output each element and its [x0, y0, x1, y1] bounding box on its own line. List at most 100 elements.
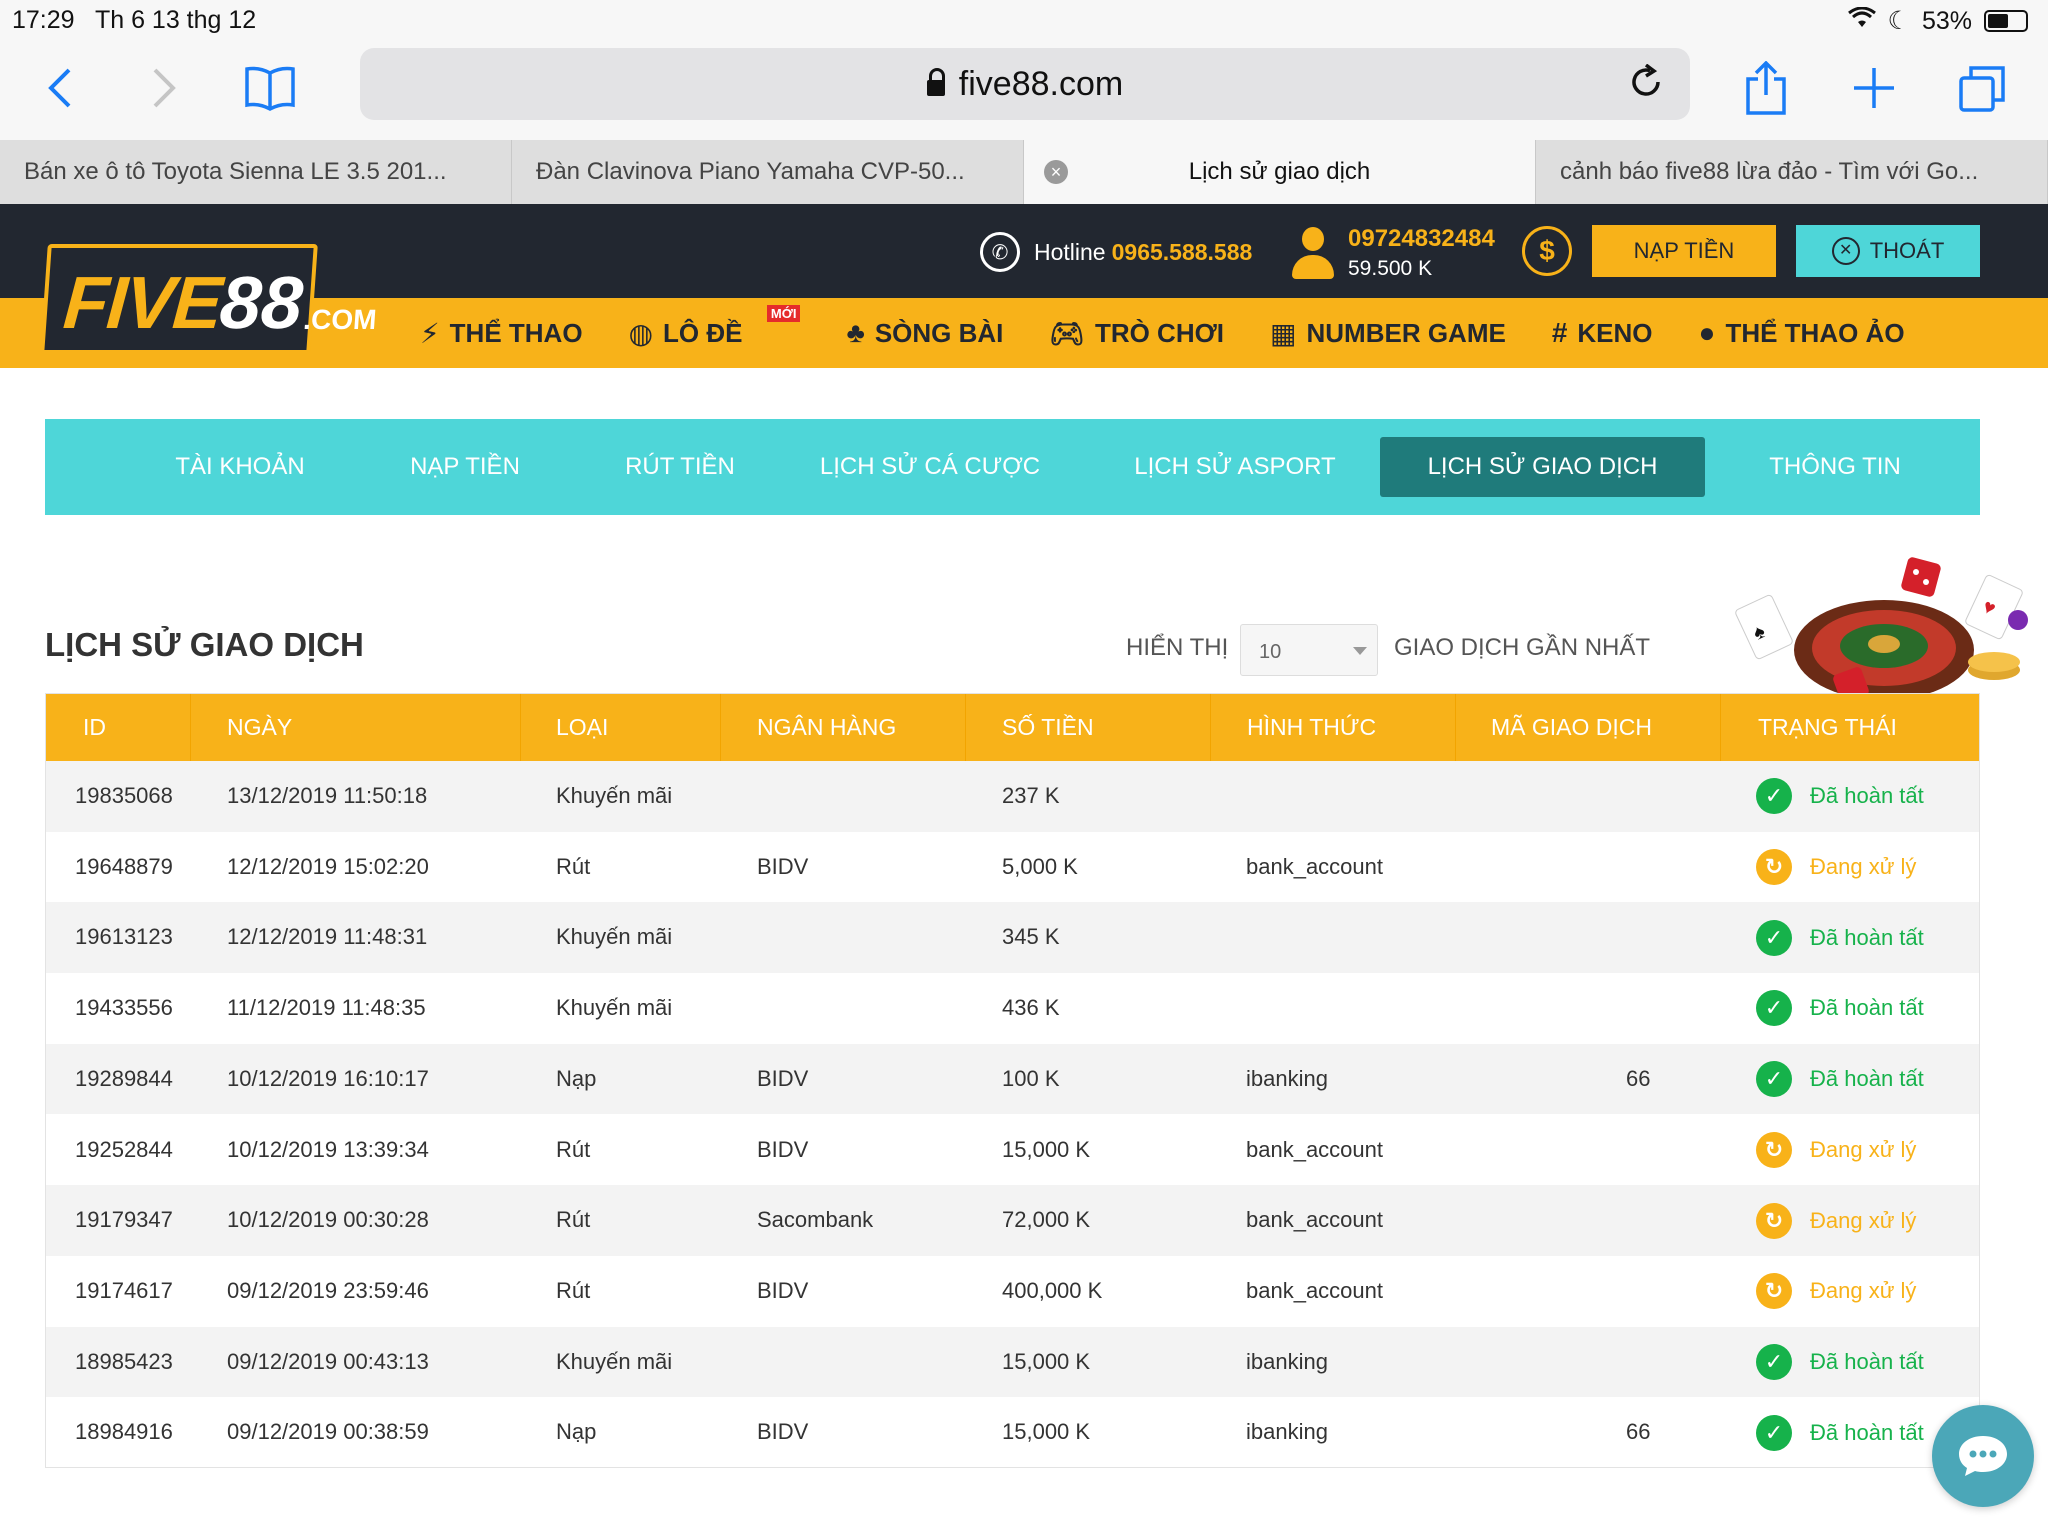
new-tab-icon[interactable]	[1844, 58, 1904, 118]
tab-lich-su-ca-cuoc[interactable]: LỊCH SỬ CÁ CƯỢC	[785, 437, 1075, 497]
cell-date: 11/12/2019 11:48:35	[227, 995, 426, 1021]
tabs-icon[interactable]	[1952, 58, 2012, 118]
show-count-select[interactable]: 10	[1240, 624, 1378, 676]
table-row[interactable]: 19289844 10/12/2019 16:10:17 Nạp BIDV 100 K i…	[46, 1043, 1979, 1115]
col-status[interactable]: TRẠNG THÁI	[1721, 694, 1979, 761]
site-logo[interactable]: FIVE 88 .COM	[40, 244, 378, 354]
col-code[interactable]: MÃ GIAO DỊCH	[1456, 694, 1721, 761]
status-date: Th 6 13 thg 12	[94, 6, 257, 34]
url-bar[interactable]: five88.com	[360, 48, 1690, 120]
status-time: 17:29	[12, 6, 75, 34]
table-row[interactable]: 18985423 09/12/2019 00:43:13 Khuyến mãi 15,…	[46, 1326, 1979, 1398]
table-row[interactable]: 18984916 09/12/2019 00:38:59 Nạp BIDV 15,000…	[46, 1397, 1979, 1468]
status-badge: ↻ Đang xử lý	[1756, 1256, 1916, 1327]
col-method[interactable]: HÌNH THỨC	[1211, 694, 1456, 761]
nav-item-keno[interactable]: # KENO	[1552, 317, 1653, 349]
nav-label: SÒNG BÀI	[874, 317, 1004, 348]
user-balance: 59.500 K	[1348, 257, 1433, 280]
cell-date: 09/12/2019 23:59:46	[227, 1277, 429, 1303]
status-text: Đã hoàn tất	[1810, 924, 1924, 950]
table-row[interactable]: 19174617 09/12/2019 23:59:46 Rút BIDV 400,00…	[46, 1256, 1979, 1327]
table-row[interactable]: 19252844 10/12/2019 13:39:34 Rút BIDV 15,000…	[46, 1115, 1979, 1186]
table-row[interactable]: 19179347 10/12/2019 00:30:28 Rút Sacombank 7…	[46, 1185, 1979, 1256]
table-row[interactable]: 19613123 12/12/2019 11:48:31 Khuyến mãi 345…	[46, 902, 1979, 974]
tab-title: Bán xe ô tô Toyota Sienna LE 3.5 201...	[24, 158, 447, 185]
sport-icon: ⚡	[420, 317, 440, 349]
tab-thong-tin[interactable]: THÔNG TIN	[1735, 437, 1935, 497]
forward-icon[interactable]	[134, 58, 194, 118]
status-text: Đã hoàn tất	[1810, 1066, 1924, 1092]
back-icon[interactable]	[30, 58, 90, 118]
col-id[interactable]: ID	[46, 694, 191, 761]
cell-amount: 5,000 K	[1002, 853, 1078, 879]
nav-item-number-game[interactable]: ▦ NUMBER GAME	[1270, 317, 1506, 350]
cell-id: 19174617	[75, 1277, 173, 1303]
page-title: LỊCH SỬ GIAO DỊCH	[45, 626, 364, 663]
table-row[interactable]: 19648879 12/12/2019 15:02:20 Rút BIDV 5,000 …	[46, 832, 1979, 903]
chat-button[interactable]	[1932, 1405, 2034, 1507]
user-info: 09724832484 59.500 K	[1290, 218, 1495, 288]
status-text: Đã hoàn tất	[1810, 783, 1924, 809]
coin-icon[interactable]: $	[1522, 226, 1572, 276]
show-after-label: GIAO DỊCH GẦN NHẤT	[1394, 634, 1651, 661]
cell-code: 66	[1626, 1419, 1651, 1445]
tab-rut-tien[interactable]: RÚT TIỀN	[565, 437, 795, 497]
nav-label: KENO	[1577, 317, 1653, 348]
lock-icon	[926, 68, 945, 96]
show-count-value: 10	[1259, 641, 1282, 663]
nav-item-the-thao[interactable]: ⚡ THỂ THAO	[420, 317, 583, 350]
cell-type: Khuyến mãi	[556, 995, 673, 1021]
cell-date: 09/12/2019 00:43:13	[227, 1348, 429, 1374]
browser-tab[interactable]: Đàn Clavinova Piano Yamaha CVP-50...	[512, 140, 1024, 204]
cell-type: Khuyến mãi	[556, 1348, 673, 1374]
col-type[interactable]: LOẠI	[521, 694, 721, 761]
main-nav: ⚡ THỂ THAO ◍ LÔ ĐỀ MỚI ♣ SÒNG BÀI 🎮︎ TRÒ…	[420, 298, 1951, 368]
cell-method: ibanking	[1246, 1348, 1328, 1374]
table-row[interactable]: 19433556 11/12/2019 11:48:35 Khuyến mãi 436…	[46, 973, 1979, 1044]
check-circle-icon: ✓	[1756, 990, 1792, 1027]
hotline-label: Hotline	[1034, 238, 1106, 265]
browser-tab-active[interactable]: × Lịch sử giao dịch	[1024, 140, 1536, 204]
cell-type: Rút	[556, 1207, 591, 1233]
nav-item-tro-choi[interactable]: 🎮︎ TRÒ CHƠI	[1049, 317, 1224, 350]
col-bank[interactable]: NGÂN HÀNG	[721, 694, 966, 761]
deposit-button[interactable]: NẠP TIỀN	[1592, 225, 1776, 277]
tab-tai-khoan[interactable]: TÀI KHOẢN	[105, 437, 375, 497]
col-date[interactable]: NGÀY	[191, 694, 521, 761]
table-row[interactable]: 19835068 13/12/2019 11:50:18 Khuyến mãi 237…	[46, 761, 1979, 832]
logo-text-five: FIVE	[60, 261, 224, 344]
status-badge: ↻ Đang xử lý	[1756, 1115, 1916, 1186]
browser-tab[interactable]: cảnh báo five88 lừa đảo - Tìm với Go...	[1536, 140, 2048, 204]
browser-tab[interactable]: Bán xe ô tô Toyota Sienna LE 3.5 201...	[0, 140, 512, 204]
status-text: Đã hoàn tất	[1810, 1348, 1924, 1374]
cell-method: bank_account	[1246, 1277, 1383, 1303]
bookmarks-icon[interactable]	[240, 58, 300, 118]
logout-button[interactable]: ✕ THOÁT	[1796, 225, 1980, 277]
tab-title: cảnh báo five88 lừa đảo - Tìm với Go...	[1560, 158, 1979, 185]
refresh-circle-icon: ↻	[1756, 1273, 1792, 1310]
cell-code: 66	[1626, 1065, 1651, 1091]
close-tab-icon[interactable]: ×	[1044, 160, 1068, 184]
show-label: HIỂN THỊ	[1126, 634, 1229, 661]
tab-nap-tien[interactable]: NẠP TIỀN	[345, 437, 585, 497]
cell-date: 10/12/2019 00:30:28	[227, 1207, 429, 1233]
nav-item-song-bai[interactable]: ♣ SÒNG BÀI	[846, 317, 1003, 349]
cell-method: ibanking	[1246, 1065, 1328, 1091]
tab-lich-su-giao-dich[interactable]: LỊCH SỬ GIAO DỊCH	[1380, 437, 1705, 497]
status-badge: ↻ Đang xử lý	[1756, 832, 1916, 903]
status-time-date: 17:29 Th 6 13 thg 12	[12, 6, 256, 35]
check-circle-icon: ✓	[1756, 778, 1792, 815]
status-right: ☾ 53%	[1847, 6, 2028, 36]
col-amount[interactable]: SỐ TIỀN	[966, 694, 1211, 761]
share-icon[interactable]	[1736, 58, 1796, 118]
cell-amount: 15,000 K	[1002, 1419, 1091, 1445]
nav-item-lo-de[interactable]: ◍ LÔ ĐỀ MỚI	[629, 304, 801, 350]
status-text: Đang xử lý	[1810, 854, 1917, 880]
cell-date: 13/12/2019 11:50:18	[227, 783, 428, 808]
cell-date: 10/12/2019 13:39:34	[227, 1136, 429, 1162]
status-text: Đang xử lý	[1810, 1207, 1917, 1233]
tab-lich-su-asport[interactable]: LỊCH SỬ ASPORT	[1095, 437, 1375, 497]
reload-icon[interactable]	[1628, 63, 1664, 109]
nav-item-the-thao-ao[interactable]: ● THỂ THAO ẢO	[1699, 317, 1905, 349]
cell-id: 18984916	[75, 1419, 173, 1445]
